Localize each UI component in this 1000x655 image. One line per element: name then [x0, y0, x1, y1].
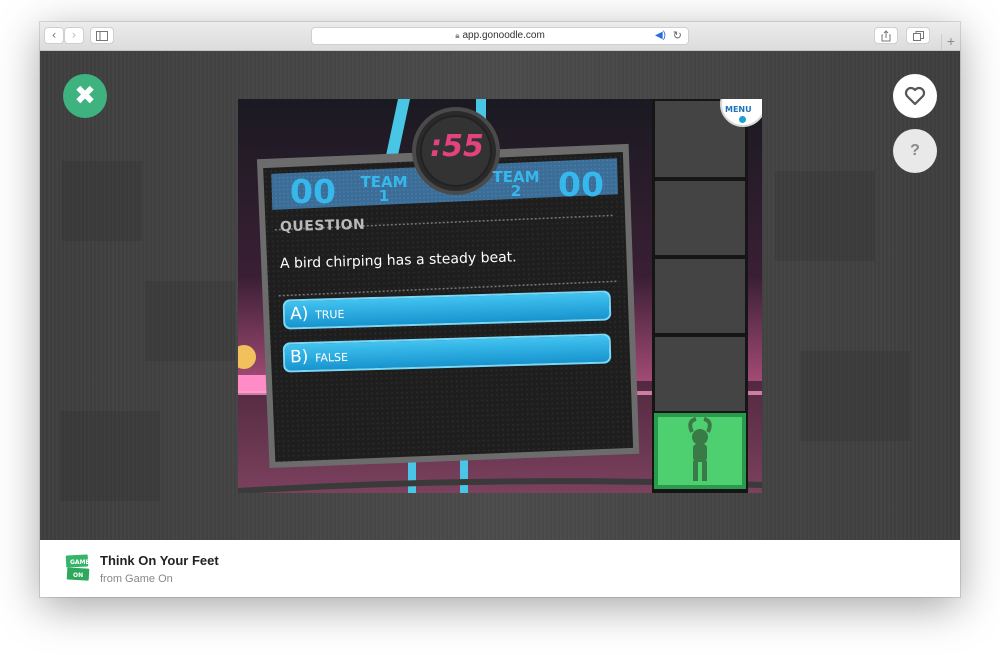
answer-b-letter: B) [289, 346, 309, 368]
lock-icon: 🔒︎ [455, 31, 460, 40]
logo-line2: ON [73, 572, 83, 579]
reload-icon[interactable]: ↻ [673, 28, 682, 44]
logo-line1: GAME [70, 559, 90, 566]
address-bar[interactable]: 🔒︎ app.gonoodle.com ◀) ↻ [311, 27, 689, 45]
heart-icon [904, 86, 926, 106]
team2-label: TEAM 2 [488, 170, 544, 200]
team1-label: TEAM 1 [356, 175, 412, 205]
question-heading: QUESTION [279, 216, 366, 236]
chevron-down-icon [739, 116, 746, 123]
team1-score: 00 [290, 172, 336, 211]
new-tab-button[interactable]: + [941, 34, 960, 50]
url-text: app.gonoodle.com [462, 30, 545, 41]
share-button[interactable] [874, 27, 898, 44]
team2-label-line2: 2 [510, 182, 522, 200]
browser-toolbar: ‹ › 🔒︎ app.gonoodle.com ◀) ↻ + [40, 22, 960, 51]
answer-a-letter: A) [289, 303, 309, 325]
speaker-icon[interactable]: ◀) [655, 28, 666, 44]
sidebar-toggle-button[interactable] [90, 27, 114, 44]
answer-b-text: FALSE [314, 350, 349, 365]
favorite-button[interactable] [893, 74, 937, 118]
back-button[interactable]: ‹ [44, 27, 64, 44]
bg-tile [800, 351, 910, 441]
forward-button[interactable]: › [64, 27, 84, 44]
game-stage: ✖ ?:55 00 TEAM 1 TEAM 2 00 QUESTION A b… [40, 51, 960, 540]
tabs-icon [912, 31, 924, 41]
answer-a-text: TRUE [314, 307, 345, 322]
share-icon [881, 30, 891, 42]
activity-channel[interactable]: from Game On [100, 573, 173, 585]
team1-label-line2: 1 [378, 187, 390, 205]
bg-tile [62, 161, 142, 241]
close-icon: ✖ [74, 81, 96, 111]
tabs-overview-button[interactable] [906, 27, 930, 44]
activity-title[interactable]: Think On Your Feet [100, 553, 219, 568]
game-on-logo: GAME ON [65, 553, 91, 583]
help-button[interactable]: ? [893, 129, 937, 173]
browser-window: ‹ › 🔒︎ app.gonoodle.com ◀) ↻ + ✖ ?:55 0… [40, 22, 960, 597]
bg-tile [60, 411, 160, 501]
team2-score: 00 [558, 165, 604, 204]
timer-display: :55 [430, 129, 484, 164]
activity-footer: GAME ON Think On Your Feet from Game On [40, 540, 960, 597]
close-button[interactable]: ✖ [63, 74, 107, 118]
menu-label: MENU [725, 105, 752, 114]
game-canvas: :55 00 TEAM 1 TEAM 2 00 QUESTION A bird … [238, 99, 762, 493]
bg-tile [775, 171, 875, 261]
bg-tile [145, 281, 235, 361]
sidebar-icon [96, 31, 108, 41]
